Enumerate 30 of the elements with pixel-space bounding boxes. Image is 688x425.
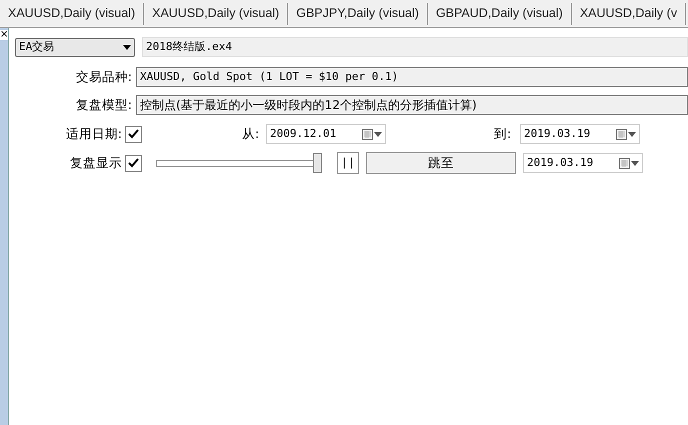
- pause-button[interactable]: | |: [337, 152, 359, 174]
- checkbox[interactable]: [125, 154, 142, 172]
- symbol-label: 交易品种:: [74, 68, 133, 86]
- chart-tab[interactable]: GBPAUD,Daily (visual): [428, 2, 572, 24]
- visual-mode-label: 复盘显示: [69, 154, 123, 172]
- date-field[interactable]: 2019.03.19: [520, 124, 640, 144]
- symbol-dropdown[interactable]: XAUUSD, Gold Spot (1 LOT = $10 per 0.1): [136, 67, 688, 87]
- expert-field[interactable]: 2018终结版.ex4: [142, 37, 688, 57]
- model-dropdown[interactable]: 控制点(基于最近的小一级时段内的12个控制点的分形插值计算): [136, 95, 688, 115]
- caret-icon: [123, 44, 131, 50]
- calendar-dropdown-icon: [616, 128, 636, 140]
- jump-button[interactable]: 跳至: [366, 152, 516, 174]
- chart-tab[interactable]: XAUUSD,Daily (visual): [144, 2, 288, 24]
- checkmark-icon: [128, 129, 139, 139]
- chart-tab[interactable]: GBPJPY,Daily (visual): [288, 2, 428, 24]
- checkmark-icon: [128, 158, 139, 168]
- chart-tab[interactable]: XAUUSD,Daily (v: [572, 2, 686, 24]
- model-label: 复盘模型:: [74, 96, 133, 114]
- date-field[interactable]: 2019.03.19: [523, 153, 643, 173]
- to-label: 到:: [494, 124, 512, 143]
- calendar-dropdown-icon: [362, 128, 382, 140]
- checkbox[interactable]: [125, 126, 142, 142]
- date-field[interactable]: 2009.12.01: [266, 124, 386, 144]
- calendar-dropdown-icon: [619, 158, 639, 168]
- close-glyph[interactable]: ×: [0, 30, 8, 40]
- chart-tab[interactable]: XAUUSD,Daily (visual): [0, 2, 144, 24]
- speed-slider-thumb[interactable]: [313, 153, 322, 173]
- from-label: 从:: [242, 124, 260, 143]
- mode-dropdown[interactable]: EA交易: [15, 38, 135, 56]
- use-date-label: 适用日期:: [64, 124, 123, 143]
